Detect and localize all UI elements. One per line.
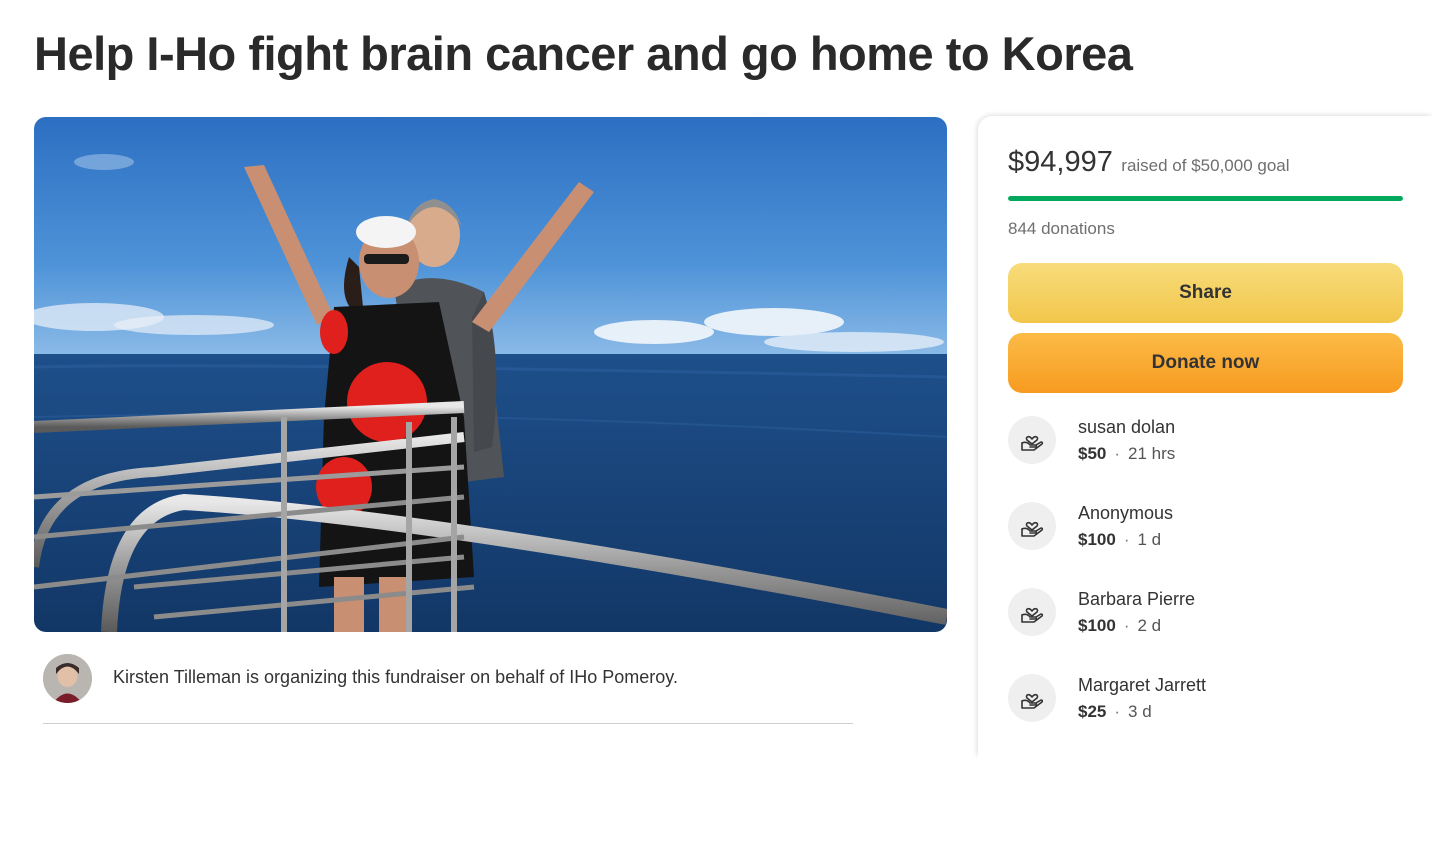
organizer-description: Kirsten Tilleman is organizing this fund… [113, 667, 678, 687]
sidebar-cutoff [978, 730, 1432, 770]
campaign-photo[interactable] [34, 117, 947, 632]
page-title: Help I-Ho fight brain cancer and go home… [34, 27, 1133, 80]
donation-amount: $50 [1078, 444, 1107, 463]
donation-meta: $25 · 3 d [1078, 702, 1152, 722]
donation-item[interactable]: susan dolan $50 · 21 hrs [1008, 414, 1408, 474]
donor-name: Barbara Pierre [1078, 589, 1196, 609]
heart-in-hand-icon [1008, 416, 1056, 464]
donor-name: Anonymous [1078, 503, 1174, 523]
donor-name: susan dolan [1078, 417, 1176, 437]
heart-in-hand-icon [1008, 588, 1056, 636]
donation-meta: $50 · 21 hrs [1078, 444, 1175, 464]
donation-item[interactable]: Anonymous $100 · 1 d [1008, 500, 1408, 560]
donor-name: Margaret Jarrett [1078, 675, 1207, 695]
heart-in-hand-icon [1008, 502, 1056, 550]
donation-sidebar: $94,997 raised of $50,000 goal 844 donat… [978, 116, 1432, 770]
progress-bar [1008, 196, 1403, 201]
donation-meta: $100 · 1 d [1078, 530, 1161, 550]
donation-time: 21 hrs [1128, 444, 1176, 463]
separator-dot: · [1123, 530, 1130, 549]
donation-time: 2 d [1137, 616, 1162, 635]
goal-text: raised of $50,000 goal [1121, 156, 1290, 175]
share-button[interactable]: Share [1008, 263, 1403, 323]
raised-amount: $94,997 [1008, 146, 1113, 178]
raised-summary: $94,997 raised of $50,000 goal [1008, 146, 1290, 179]
separator-dot: · [1123, 616, 1130, 635]
donation-count[interactable]: 844 donations [1008, 219, 1115, 239]
donation-item[interactable]: Barbara Pierre $100 · 2 d [1008, 586, 1408, 646]
progress-fill [1008, 196, 1403, 201]
separator-dot: · [1114, 702, 1121, 721]
separator-dot: · [1114, 444, 1121, 463]
organizer-row: Kirsten Tilleman is organizing this fund… [43, 654, 853, 724]
donation-amount: $25 [1078, 702, 1107, 721]
donate-now-button[interactable]: Donate now [1008, 333, 1403, 393]
campaign-photo-image [34, 117, 947, 632]
donation-amount: $100 [1078, 616, 1116, 635]
donation-amount: $100 [1078, 530, 1116, 549]
donation-time: 1 d [1137, 530, 1162, 549]
donation-time: 3 d [1128, 702, 1152, 721]
organizer-avatar[interactable] [43, 654, 92, 703]
donation-meta: $100 · 2 d [1078, 616, 1161, 636]
heart-in-hand-icon [1008, 674, 1056, 722]
donation-item[interactable]: Margaret Jarrett $25 · 3 d [1008, 672, 1408, 732]
